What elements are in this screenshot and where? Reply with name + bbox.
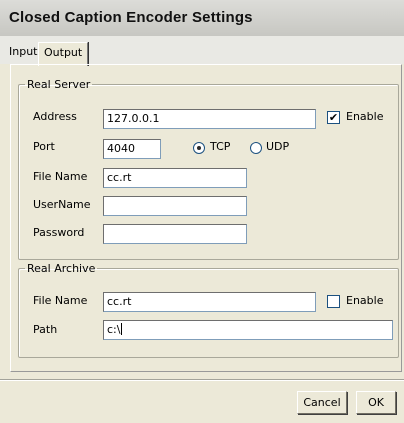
- archive-enable-checkbox[interactable]: [327, 295, 340, 308]
- path-label: Path: [33, 323, 58, 336]
- path-value: c:\: [107, 323, 121, 336]
- tcp-label: TCP: [210, 140, 231, 153]
- path-input[interactable]: c:\: [103, 320, 393, 340]
- password-label: Password: [33, 226, 85, 239]
- text-caret: [121, 323, 123, 335]
- server-enable-label: Enable: [346, 110, 384, 123]
- tab-output[interactable]: Output: [38, 42, 89, 66]
- server-filename-label: File Name: [33, 170, 88, 183]
- window-title: Closed Caption Encoder Settings: [9, 9, 253, 26]
- tab-input[interactable]: Input: [4, 42, 42, 62]
- udp-label: UDP: [266, 140, 290, 153]
- server-enable-checkbox[interactable]: ✔: [327, 111, 340, 124]
- archive-filename-input[interactable]: cc.rt: [103, 292, 316, 312]
- real-archive-legend: Real Archive: [27, 262, 96, 275]
- server-filename-input[interactable]: cc.rt: [103, 168, 247, 188]
- archive-enable-label: Enable: [346, 294, 384, 307]
- address-label: Address: [33, 110, 77, 123]
- udp-radio[interactable]: [250, 142, 262, 154]
- real-server-legend: Real Server: [27, 78, 91, 91]
- username-label: UserName: [33, 198, 91, 211]
- username-input[interactable]: [103, 196, 247, 216]
- port-label: Port: [33, 140, 55, 153]
- address-input[interactable]: 127.0.0.1: [103, 109, 316, 129]
- checkmark-icon: ✔: [328, 111, 339, 124]
- ok-button[interactable]: OK: [356, 391, 396, 414]
- cancel-button[interactable]: Cancel: [297, 391, 347, 414]
- tcp-radio[interactable]: [193, 142, 205, 154]
- footer-separator: [0, 379, 404, 381]
- archive-filename-label: File Name: [33, 294, 88, 307]
- port-input[interactable]: 4040: [103, 139, 161, 159]
- password-input[interactable]: [103, 224, 247, 244]
